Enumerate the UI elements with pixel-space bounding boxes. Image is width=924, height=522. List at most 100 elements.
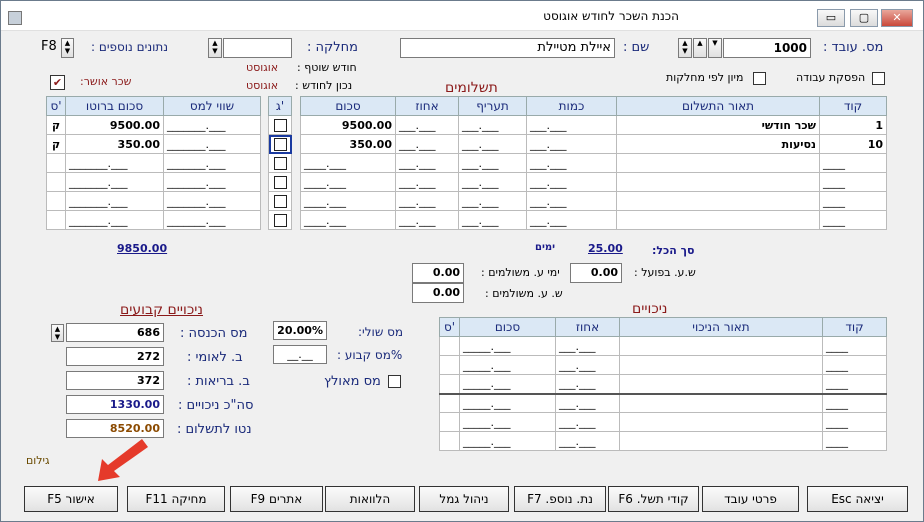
g-checkbox[interactable]	[274, 157, 287, 170]
deduction-pct-cell[interactable]: ___.___	[555, 412, 620, 432]
g-checkbox[interactable]	[274, 138, 287, 151]
payment-rate-cell[interactable]: ___.___	[458, 153, 527, 173]
payment-code-cell[interactable]: 1	[819, 115, 887, 135]
deduction-desc-cell[interactable]	[619, 336, 823, 356]
payment-qty-cell[interactable]: ___.___	[526, 153, 617, 173]
deduction-code-cell[interactable]: ____	[822, 336, 887, 356]
deduction-pct-cell[interactable]: ___.___	[555, 431, 620, 451]
payment-rate-cell[interactable]: ___.___	[458, 134, 527, 154]
deduction-desc-cell[interactable]	[619, 393, 823, 413]
name-input[interactable]: איילת מטיילת	[400, 38, 615, 58]
employee-details-button[interactable]: פרטי עובד	[702, 486, 799, 512]
g-checkbox[interactable]	[274, 176, 287, 189]
payment-code-cell[interactable]: ____	[819, 210, 887, 230]
pay-codes-button[interactable]: קודי תשל. F6	[608, 486, 699, 512]
gross-s-cell[interactable]: ק	[46, 115, 66, 135]
gross-amount-cell[interactable]: _______.___	[65, 153, 164, 173]
payment-desc-cell[interactable]	[616, 191, 820, 211]
payment-qty-cell[interactable]: ___.___	[526, 210, 617, 230]
exit-button[interactable]: יציאה Esc	[807, 486, 908, 512]
maximize-button[interactable]: ▢	[850, 9, 878, 27]
payment-pct-cell[interactable]: ___.___	[395, 191, 459, 211]
payment-code-cell[interactable]: ____	[819, 191, 887, 211]
approved-checkbox[interactable]: ✔	[50, 75, 65, 90]
payment-pct-cell[interactable]: ___.___	[395, 153, 459, 173]
health-input[interactable]: 372	[66, 371, 164, 390]
delete-button[interactable]: מחיקה F11	[127, 486, 225, 512]
payment-rate-cell[interactable]: ___.___	[458, 115, 527, 135]
g-checkbox[interactable]	[274, 214, 287, 227]
deduction-code-cell[interactable]: ____	[822, 374, 887, 394]
payment-amount-cell[interactable]: 350.00	[300, 134, 396, 154]
payment-amount-cell[interactable]: 9500.00	[300, 115, 396, 135]
payment-pct-cell[interactable]: ___.___	[395, 115, 459, 135]
payment-code-cell[interactable]: ____	[819, 153, 887, 173]
dept-input[interactable]	[223, 38, 292, 58]
gross-s-cell[interactable]	[46, 153, 66, 173]
sort-by-dept-checkbox[interactable]	[753, 72, 766, 85]
emp-next-button[interactable]: ▼	[708, 38, 722, 58]
gross-amount-cell[interactable]: _______.___	[65, 172, 164, 192]
deduction-s-cell[interactable]	[439, 431, 460, 451]
gross-amount-cell[interactable]: _______.___	[65, 191, 164, 211]
tax-value-cell[interactable]: _______.___	[163, 153, 261, 173]
deduction-pct-cell[interactable]: ___.___	[555, 393, 620, 413]
extra-data-button[interactable]: נת. נוספ. F7	[514, 486, 606, 512]
deduction-amount-cell[interactable]: _____.___	[459, 355, 556, 375]
deduction-pct-cell[interactable]: ___.___	[555, 336, 620, 356]
payment-pct-cell[interactable]: ___.___	[395, 210, 459, 230]
income-tax-input[interactable]: 686	[66, 323, 164, 342]
payment-desc-cell[interactable]	[616, 153, 820, 173]
search-button[interactable]: אתרים F9	[230, 486, 323, 512]
deduction-code-cell[interactable]: ____	[822, 355, 887, 375]
payment-qty-cell[interactable]: ___.___	[526, 134, 617, 154]
gross-s-cell[interactable]: ק	[46, 134, 66, 154]
close-button[interactable]: ✕	[881, 9, 913, 27]
g-checkbox[interactable]	[274, 195, 287, 208]
deduction-s-cell[interactable]	[439, 355, 460, 375]
fixed-tax-pct-input[interactable]: __.__	[273, 345, 327, 364]
marginal-tax-input[interactable]: 20.00%	[273, 321, 327, 340]
deduction-amount-cell[interactable]: _____.___	[459, 431, 556, 451]
emp-no-input[interactable]: 1000	[723, 38, 811, 58]
pension-button[interactable]: ניהול גמל	[419, 486, 509, 512]
deduction-s-cell[interactable]	[439, 393, 460, 413]
payment-rate-cell[interactable]: ___.___	[458, 172, 527, 192]
payment-desc-cell[interactable]	[616, 210, 820, 230]
payment-rate-cell[interactable]: ___.___	[458, 191, 527, 211]
payment-code-cell[interactable]: ____	[819, 172, 887, 192]
approve-button[interactable]: אישור F5	[24, 486, 118, 512]
payment-amount-cell[interactable]: ____.___	[300, 153, 396, 173]
deduction-desc-cell[interactable]	[619, 374, 823, 394]
extra-spin-button[interactable]: ▲ ▼	[61, 38, 74, 58]
fixed-spin-button[interactable]: ▲ ▼	[51, 324, 64, 342]
emp-prev-button[interactable]: ▲	[693, 38, 707, 58]
gross-amount-cell[interactable]: 9500.00	[65, 115, 164, 135]
deduction-amount-cell[interactable]: _____.___	[459, 412, 556, 432]
loans-button[interactable]: הלוואות	[325, 486, 415, 512]
payment-amount-cell[interactable]: ____.___	[300, 191, 396, 211]
gross-s-cell[interactable]	[46, 191, 66, 211]
payment-rate-cell[interactable]: ___.___	[458, 210, 527, 230]
deduction-s-cell[interactable]	[439, 412, 460, 432]
deduction-amount-cell[interactable]: _____.___	[459, 374, 556, 394]
emp-spin-button[interactable]: ▲ ▼	[678, 38, 692, 58]
gross-amount-cell[interactable]: 350.00	[65, 134, 164, 154]
deduction-desc-cell[interactable]	[619, 412, 823, 432]
dept-spin-button[interactable]: ▲ ▼	[208, 38, 222, 58]
payment-pct-cell[interactable]: ___.___	[395, 172, 459, 192]
payment-desc-cell[interactable]: נסיעות	[616, 134, 820, 154]
payment-qty-cell[interactable]: ___.___	[526, 172, 617, 192]
tax-value-cell[interactable]: _______.___	[163, 191, 261, 211]
deduction-pct-cell[interactable]: ___.___	[555, 374, 620, 394]
deduction-amount-cell[interactable]: _____.___	[459, 393, 556, 413]
deduction-s-cell[interactable]	[439, 336, 460, 356]
deduction-amount-cell[interactable]: _____.___	[459, 336, 556, 356]
payment-amount-cell[interactable]: ____.___	[300, 210, 396, 230]
gross-amount-cell[interactable]: _______.___	[65, 210, 164, 230]
paid-days-input[interactable]: 0.00	[412, 263, 464, 283]
tax-value-cell[interactable]: _______.___	[163, 172, 261, 192]
tax-value-cell[interactable]: _______.___	[163, 115, 261, 135]
tax-value-cell[interactable]: _______.___	[163, 210, 261, 230]
tax-value-cell[interactable]: _______.___	[163, 134, 261, 154]
